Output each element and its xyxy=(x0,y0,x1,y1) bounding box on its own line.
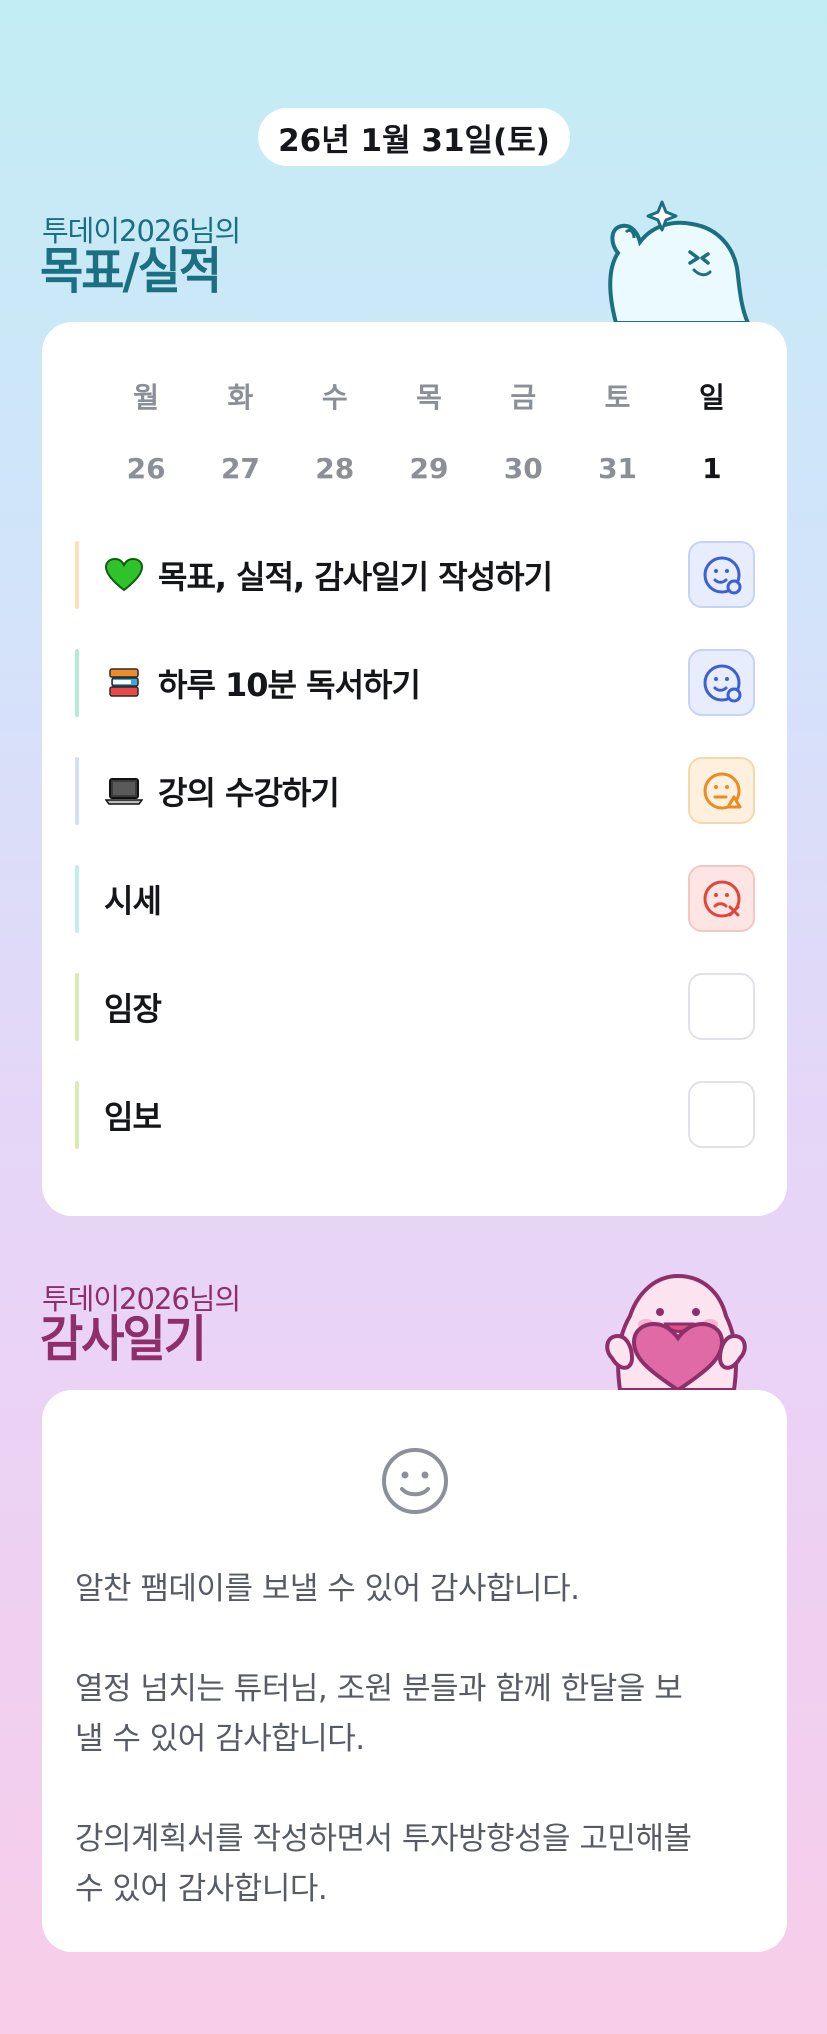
status-button[interactable] xyxy=(688,1081,755,1148)
goal-label: 하루 10분 독서하기 xyxy=(158,666,421,704)
goal-color-bar xyxy=(75,757,79,825)
goal-label: 임보 xyxy=(104,1098,162,1136)
sad-failed-icon xyxy=(703,880,740,917)
goal-color-bar xyxy=(75,865,79,933)
status-button[interactable] xyxy=(688,649,755,716)
goal-label: 강의 수강하기 xyxy=(158,774,340,812)
weekday-tue: 화 xyxy=(227,381,254,414)
goal-label: 임장 xyxy=(104,990,162,1028)
smile-achieved-icon xyxy=(703,556,741,594)
gratitude-entry: 낼 수 있어 감사합니다. xyxy=(75,1721,365,1757)
meh-partial-icon xyxy=(703,772,741,809)
goal-item[interactable]: 목표, 실적, 감사일기 작성하기 xyxy=(75,540,755,610)
date-cell[interactable]: 27 xyxy=(193,452,287,485)
goal-item[interactable]: 임보 xyxy=(75,1080,755,1150)
smile-icon xyxy=(382,1448,448,1514)
goal-item[interactable]: 하루 10분 독서하기 xyxy=(75,648,755,718)
gratitude-card: 알찬 팸데이를 보낼 수 있어 감사합니다. 열정 넘치는 튜터님, 조원 분들… xyxy=(42,1390,787,1952)
gratitude-entry: 열정 넘치는 튜터님, 조원 분들과 함께 한달을 보 xyxy=(75,1671,683,1707)
goal-item[interactable]: 시세 xyxy=(75,864,755,934)
goal-label: 목표, 실적, 감사일기 작성하기 xyxy=(158,558,553,596)
status-button[interactable] xyxy=(688,865,755,932)
status-button[interactable] xyxy=(688,973,755,1040)
goal-color-bar xyxy=(75,973,79,1041)
date-pill[interactable]: 26년 1월 31일(토) xyxy=(258,108,570,166)
heart-mascot-illustration xyxy=(605,1273,747,1390)
goal-item[interactable]: 강의 수강하기 xyxy=(75,756,755,826)
weekday-mon: 월 xyxy=(133,381,160,414)
date-cell[interactable]: 30 xyxy=(476,452,570,485)
gratitude-entry: 알찬 팸데이를 보낼 수 있어 감사합니다. xyxy=(75,1571,580,1607)
green-heart-icon xyxy=(104,555,144,595)
date-cell[interactable]: 26 xyxy=(99,452,193,485)
goal-label: 시세 xyxy=(104,882,162,920)
date-cell[interactable]: 28 xyxy=(288,452,382,485)
gratitude-section-title: 감사일기 xyxy=(40,1310,207,1369)
weekday-thu: 목 xyxy=(416,381,442,414)
weekday-sat: 토 xyxy=(604,381,631,414)
gratitude-entry: 강의계획서를 작성하면서 투자방향성을 고민해볼 xyxy=(75,1821,692,1857)
date-cell[interactable]: 29 xyxy=(382,452,476,485)
weekday-row: 월 화 수 목 금 토 일 xyxy=(99,376,759,416)
goal-color-bar xyxy=(75,649,79,717)
status-button[interactable] xyxy=(688,757,755,824)
date-label: 26년 1월 31일(토) xyxy=(278,122,550,159)
goal-item[interactable]: 임장 xyxy=(75,972,755,1042)
weekday-sun: 일 xyxy=(698,381,725,414)
date-cell-today[interactable]: 1 xyxy=(665,452,759,485)
date-cell[interactable]: 31 xyxy=(570,452,664,485)
weekday-fri: 금 xyxy=(510,381,537,414)
goals-section-title: 목표/실적 xyxy=(40,242,222,301)
laptop-icon xyxy=(104,771,144,811)
smile-achieved-icon xyxy=(703,664,741,702)
books-icon xyxy=(104,663,144,703)
status-button[interactable] xyxy=(688,541,755,608)
goal-color-bar xyxy=(75,1081,79,1149)
waving-mascot-illustration xyxy=(608,200,750,323)
date-row: 26 27 28 29 30 31 1 xyxy=(99,452,759,485)
gratitude-entry: 수 있어 감사합니다. xyxy=(75,1871,328,1907)
weekday-wed: 수 xyxy=(321,381,348,414)
goals-card: 월 화 수 목 금 토 일 26 27 28 29 30 31 1 목표, 실적… xyxy=(42,322,787,1216)
goal-color-bar xyxy=(75,541,79,609)
